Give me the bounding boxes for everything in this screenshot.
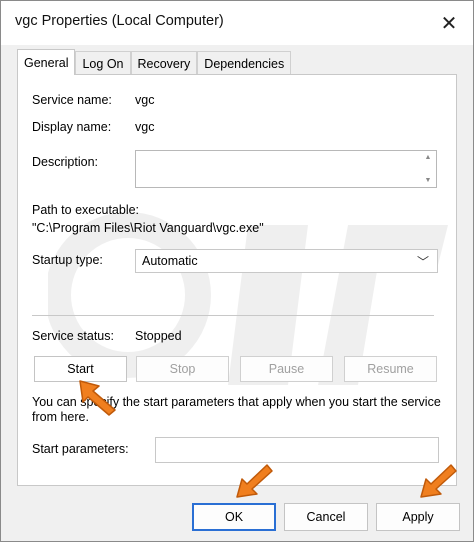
properties-dialog: vgc Properties (Local Computer) ✕ Genera… [0,0,474,542]
stop-button[interactable]: Stop [136,356,229,382]
cancel-button[interactable]: Cancel [284,503,368,531]
close-button[interactable]: ✕ [433,7,465,39]
chevron-down-icon: ﹀ [416,255,429,269]
title-bar[interactable]: vgc Properties (Local Computer) ✕ [1,1,473,45]
service-status-label: Service status: [32,329,114,343]
tab-recovery[interactable]: Recovery [130,51,198,75]
pause-button[interactable]: Pause [240,356,333,382]
tab-strip: General Log On Recovery Dependencies [17,49,292,75]
ok-button[interactable]: OK [192,503,276,531]
apply-button[interactable]: Apply [376,503,460,531]
resume-button[interactable]: Resume [344,356,437,382]
path-value: "C:\Program Files\Riot Vanguard\vgc.exe" [32,221,264,235]
arrow-icon-apply [420,464,457,498]
description-scrollbar[interactable]: ▲ ▼ [420,151,436,187]
scroll-down-icon[interactable]: ▼ [425,177,432,184]
tab-log-on[interactable]: Log On [75,51,131,75]
start-params-label: Start parameters: [32,442,129,456]
display-name-label: Display name: [32,120,112,134]
start-params-input[interactable] [155,437,439,463]
service-name-label: Service name: [32,93,112,107]
description-field[interactable]: ▲ ▼ [135,150,437,188]
tab-general[interactable]: General [17,49,76,75]
scroll-up-icon[interactable]: ▲ [425,154,432,161]
arrow-icon-start [79,380,116,416]
description-label: Description: [32,155,98,169]
arrow-icon-ok [236,464,273,498]
startup-type-select[interactable]: Automatic ﹀ [135,249,438,273]
startup-type-value: Automatic [142,254,198,268]
display-name-value: vgc [135,120,155,134]
service-status-value: Stopped [135,329,182,343]
divider [32,315,434,316]
path-label: Path to executable: [32,203,140,217]
startup-type-label: Startup type: [32,253,103,267]
general-panel: Service name: vgc Display name: vgc Desc… [17,74,457,486]
close-icon: ✕ [440,12,458,35]
service-name-value: vgc [135,93,155,107]
tab-dependencies[interactable]: Dependencies [197,51,292,75]
window-title: vgc Properties (Local Computer) [15,13,224,29]
